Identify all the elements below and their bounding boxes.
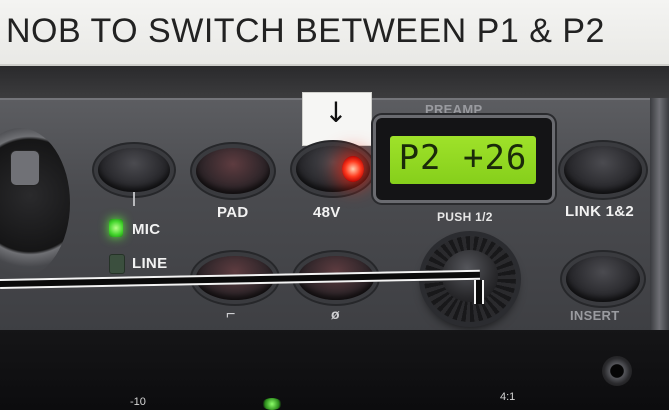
meter-led <box>262 398 282 410</box>
line-led <box>109 254 125 274</box>
down-arrow-icon: ↓ <box>324 96 348 129</box>
instruction-label-text: NOB TO SWITCH BETWEEN P1 & P2 <box>6 12 605 50</box>
high-pass-filter-icon: ⌐ <box>226 306 236 323</box>
line-label: LINE <box>132 255 168 272</box>
preamp-section-label: PREAMP <box>425 102 483 117</box>
phantom-power-label: 48V <box>313 204 341 221</box>
phase-invert-icon: ø <box>331 306 340 322</box>
pad-label: PAD <box>217 204 249 221</box>
mic-label: MIC <box>132 221 161 238</box>
meter-scale-label: -10 <box>130 396 146 408</box>
ratio-label: 4:1 <box>500 391 516 403</box>
push-label: PUSH 1/2 <box>437 210 493 224</box>
lower-rack-unit <box>0 330 669 410</box>
input-select-button[interactable] <box>98 148 170 192</box>
link-button[interactable] <box>564 146 642 194</box>
insert-label: INSERT <box>570 308 620 323</box>
pad-button[interactable] <box>196 148 270 194</box>
annotation-pointer-tip <box>474 280 484 304</box>
link-label: LINK 1&2 <box>565 203 635 220</box>
insert-button[interactable] <box>566 256 640 302</box>
mic-led <box>109 219 123 237</box>
xlr-latch[interactable] <box>10 150 40 186</box>
phantom-power-led <box>342 156 364 182</box>
quarter-inch-jack[interactable] <box>602 356 632 386</box>
rack-ear <box>650 98 669 330</box>
button-tick-mark <box>133 192 135 206</box>
lcd-readout: P2 +26 <box>398 138 528 178</box>
